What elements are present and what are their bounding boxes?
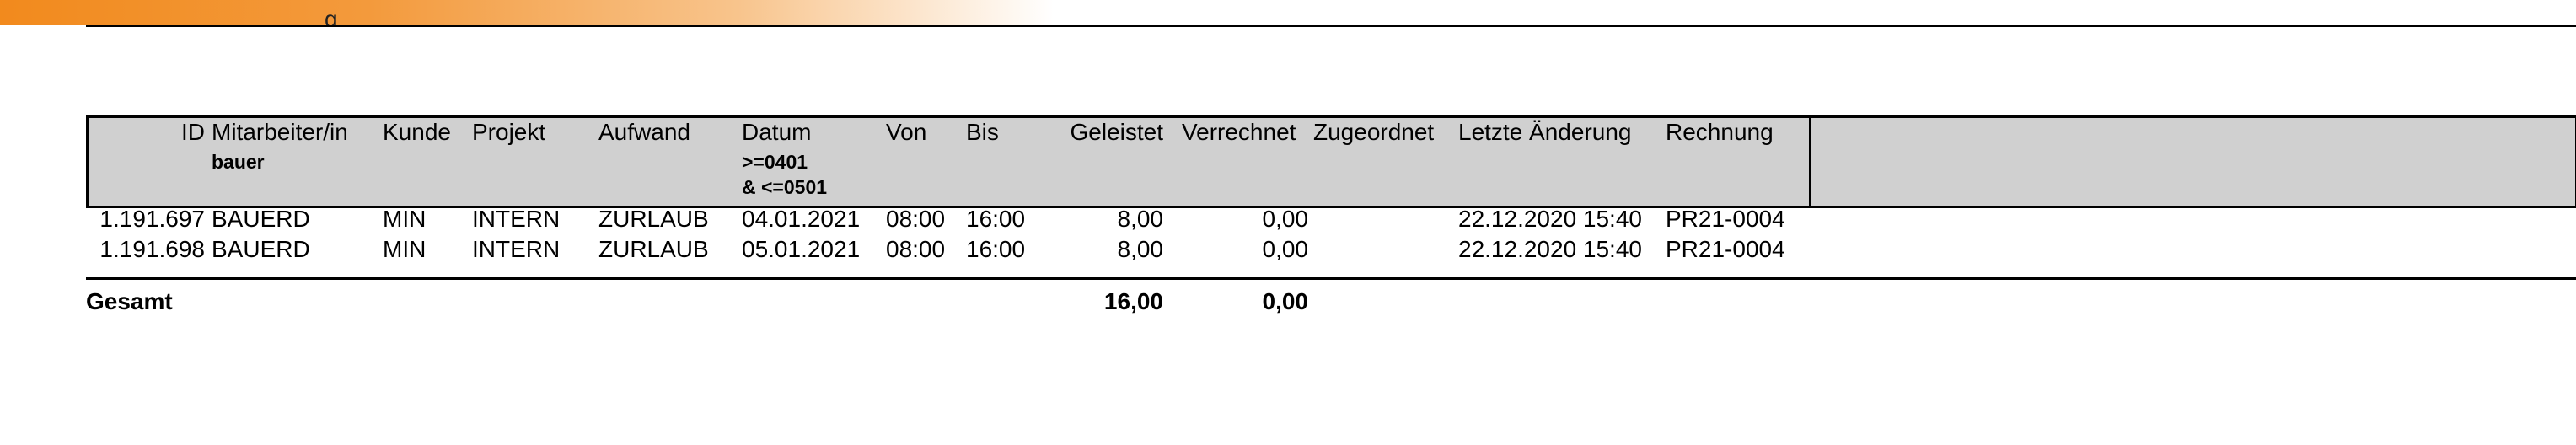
- column-header-id: ID: [181, 119, 205, 145]
- row-billed: 0,00: [1262, 206, 1309, 232]
- header-rule: [86, 25, 2576, 27]
- banner-title-fragment-glyph: g: [325, 13, 336, 25]
- row-customer: MIN: [383, 206, 427, 232]
- column-header-project: Projekt: [472, 119, 546, 145]
- column-header-assigned: Zugeordnet: [1313, 119, 1435, 145]
- column-header-customer: Kunde: [383, 119, 451, 145]
- row-invoice: PR21-0004: [1666, 206, 1785, 232]
- row-id: 1.191.697: [99, 206, 205, 232]
- column-header-divider: [1809, 115, 1811, 208]
- totals-rule: [86, 277, 2576, 280]
- date-filter-end: & <=0501: [742, 176, 828, 198]
- row-employee: BAUERD: [212, 206, 310, 232]
- row-performed: 8,00: [1117, 236, 1164, 262]
- report-header-banner: [0, 0, 1054, 25]
- column-header-invoice: Rechnung: [1666, 119, 1774, 145]
- row-project: INTERN: [472, 206, 561, 232]
- row-project: INTERN: [472, 236, 561, 262]
- totals-performed: 16,00: [1103, 288, 1163, 314]
- row-to: 16:00: [966, 236, 1026, 262]
- row-performed: 8,00: [1117, 206, 1164, 232]
- row-invoice: PR21-0004: [1666, 236, 1785, 262]
- date-filter-start: >=0401: [742, 151, 808, 173]
- column-header-employee: Mitarbeiter/in: [212, 119, 348, 145]
- column-header-to: Bis: [966, 119, 999, 145]
- row-id: 1.191.698: [99, 236, 205, 262]
- employee-filter: bauer: [212, 151, 265, 173]
- row-employee: BAUERD: [212, 236, 310, 262]
- row-last-change: 22.12.2020 15:40: [1458, 236, 1642, 262]
- column-header-date: Datum: [742, 119, 812, 145]
- column-header-performed: Geleistet: [1070, 119, 1164, 145]
- column-header-effort: Aufwand: [598, 119, 690, 145]
- row-date: 05.01.2021: [742, 236, 861, 262]
- row-from: 08:00: [886, 206, 946, 232]
- row-billed: 0,00: [1262, 236, 1309, 262]
- row-customer: MIN: [383, 236, 427, 262]
- row-from: 08:00: [886, 236, 946, 262]
- row-to: 16:00: [966, 206, 1026, 232]
- column-header-from: Von: [886, 119, 927, 145]
- totals-billed: 0,00: [1262, 288, 1309, 314]
- column-header-last-change: Letzte Änderung: [1458, 119, 1632, 145]
- column-header-billed: Verrechnet: [1182, 119, 1296, 145]
- row-last-change: 22.12.2020 15:40: [1458, 206, 1642, 232]
- totals-label: Gesamt: [86, 288, 173, 314]
- row-effort: ZURLAUB: [598, 236, 709, 262]
- row-date: 04.01.2021: [742, 206, 861, 232]
- row-effort: ZURLAUB: [598, 206, 709, 232]
